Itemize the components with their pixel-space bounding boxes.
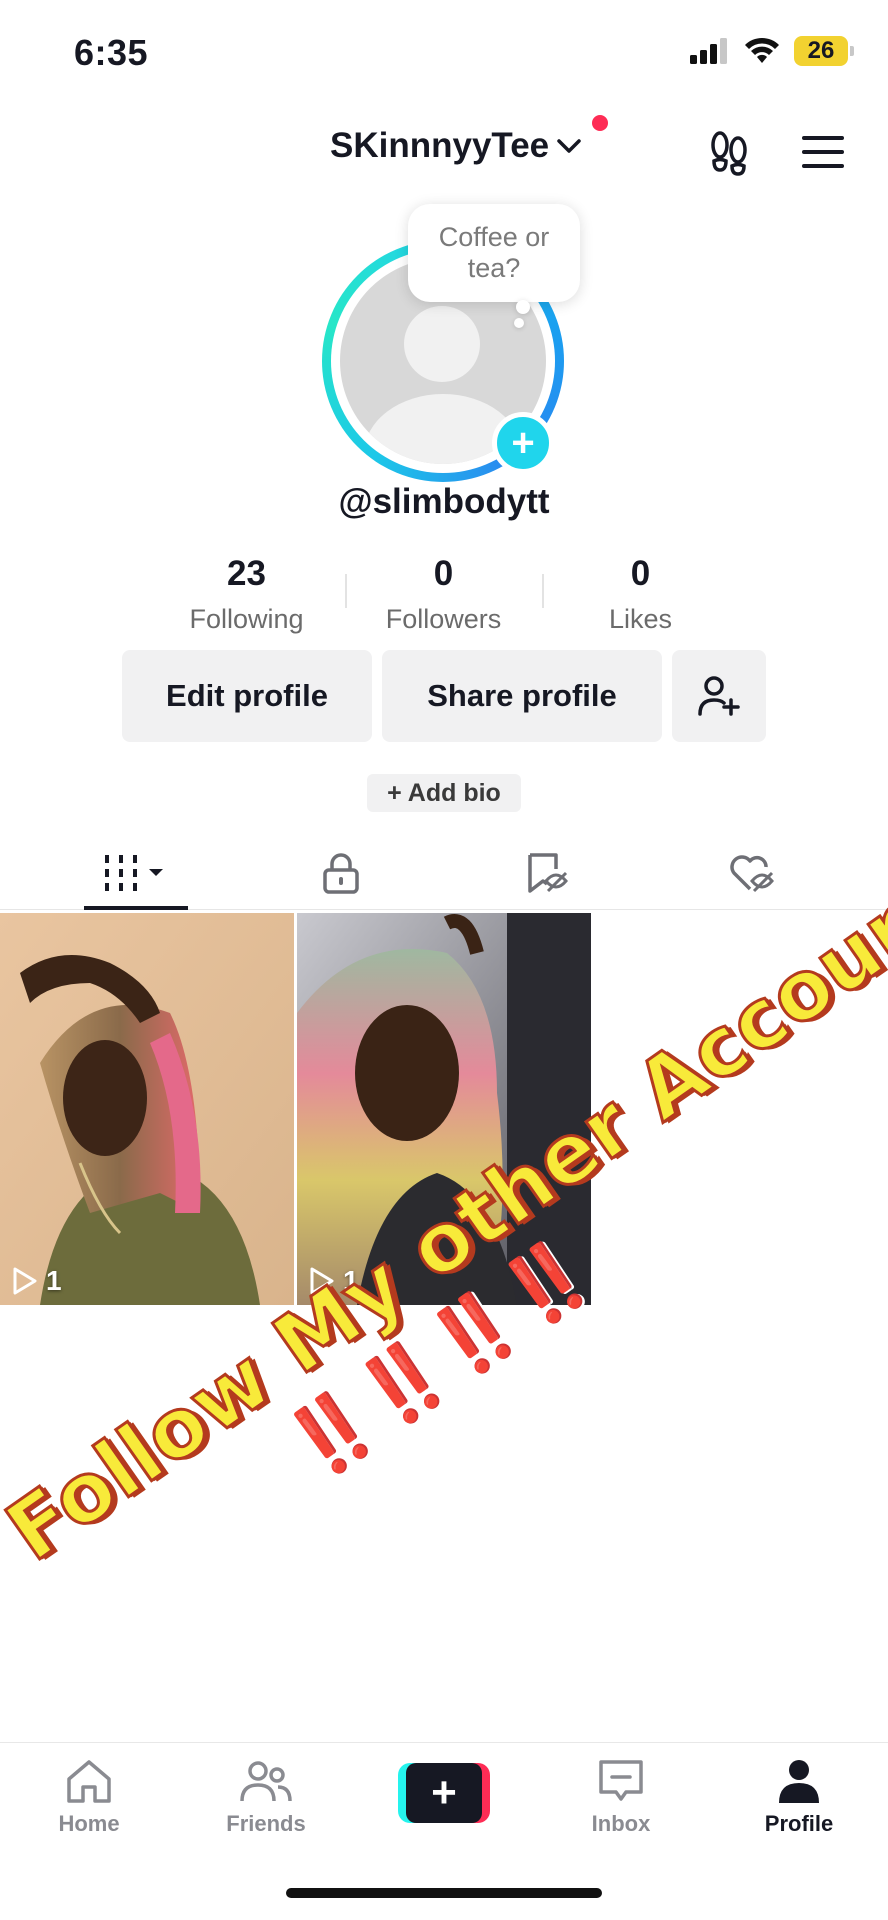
chevron-down-icon (557, 139, 581, 153)
status-bar: 6:35 26 (0, 0, 888, 100)
stat-divider (542, 574, 544, 608)
play-icon (13, 1267, 37, 1295)
profile-stats: 23 Following 0 Followers 0 Likes (148, 552, 740, 642)
battery-level: 26 (807, 37, 835, 64)
lock-icon (323, 853, 359, 894)
tab-videos[interactable] (67, 836, 205, 910)
tab-liked[interactable] (683, 836, 821, 910)
stat-label: Followers (385, 604, 502, 634)
view-count: 1 (309, 1265, 359, 1297)
video-thumbnail-image (297, 913, 591, 1305)
stat-value: 23 (227, 554, 266, 593)
video-thumbnail[interactable]: 1 (0, 913, 294, 1305)
menu-button[interactable] (800, 132, 846, 172)
cellular-signal-icon (690, 38, 727, 64)
nav-friends[interactable]: Friends (196, 1757, 336, 1853)
stat-label: Following (189, 604, 304, 634)
view-count-value: 1 (343, 1265, 359, 1296)
add-person-icon (698, 676, 740, 716)
bubble-tail-dot (516, 300, 530, 314)
heart-hidden-icon (730, 855, 774, 893)
video-thumbnail[interactable]: 1 (297, 913, 591, 1305)
video-thumbnail-image (0, 913, 294, 1305)
profile-views-button[interactable] (704, 128, 754, 178)
create-button[interactable]: + (398, 1763, 490, 1823)
stat-likes[interactable]: 0 Likes (542, 552, 739, 642)
stat-following[interactable]: 23 Following (148, 552, 345, 642)
status-time: 6:35 (74, 32, 149, 73)
home-icon (67, 1760, 111, 1803)
friends-icon (240, 1761, 292, 1802)
content-tabs (0, 836, 888, 910)
account-username: SKinnnyyTee (330, 126, 550, 165)
status-icons: 26 (690, 36, 854, 66)
nav-inbox[interactable]: Inbox (551, 1757, 691, 1853)
profile-handle: @slimbodytt (338, 482, 550, 521)
nav-label: Friends (226, 1811, 306, 1836)
footprints-icon (711, 131, 747, 176)
add-bio-button[interactable]: + Add bio (367, 774, 521, 812)
wifi-icon (745, 37, 779, 63)
note-bubble[interactable]: Coffee or tea? (408, 204, 580, 302)
nav-profile[interactable]: Profile (729, 1757, 869, 1853)
account-switcher[interactable]: SKinnnyyTee (330, 126, 583, 166)
view-count-value: 1 (46, 1265, 62, 1296)
nav-label: Inbox (591, 1811, 651, 1836)
video-grid: 1 1 (0, 913, 888, 1305)
add-story-plus-icon[interactable]: + (492, 412, 554, 474)
home-indicator (286, 1888, 602, 1898)
bubble-tail-dot (514, 318, 524, 328)
videos-grid-icon (105, 855, 163, 891)
stat-followers[interactable]: 0 Followers (345, 552, 542, 642)
tab-favorites[interactable] (478, 836, 616, 910)
nav-home[interactable]: Home (19, 1757, 159, 1853)
nav-label: Profile (764, 1811, 834, 1836)
stat-label: Likes (608, 604, 673, 634)
stat-divider (345, 574, 347, 608)
bottom-navigation: Home Friends + Inbox Profile (0, 1742, 888, 1852)
play-icon (310, 1267, 334, 1295)
stat-value: 0 (630, 554, 651, 593)
notification-dot (592, 115, 608, 131)
tab-private[interactable] (272, 836, 410, 910)
profile-icon (779, 1760, 819, 1803)
plus-icon: + (406, 1763, 482, 1823)
edit-profile-button[interactable]: Edit profile (122, 650, 372, 742)
add-friends-button[interactable] (672, 650, 766, 742)
active-tab-indicator (84, 906, 188, 910)
view-count: 1 (12, 1265, 62, 1297)
stat-value: 0 (433, 554, 454, 593)
battery-indicator: 26 (794, 36, 854, 66)
inbox-icon (599, 1760, 643, 1801)
nav-label: Home (58, 1811, 120, 1836)
profile-header: SKinnnyyTee (0, 110, 888, 190)
hamburger-menu-icon (802, 136, 844, 168)
bookmark-hidden-icon (528, 853, 568, 893)
share-profile-button[interactable]: Share profile (382, 650, 662, 742)
